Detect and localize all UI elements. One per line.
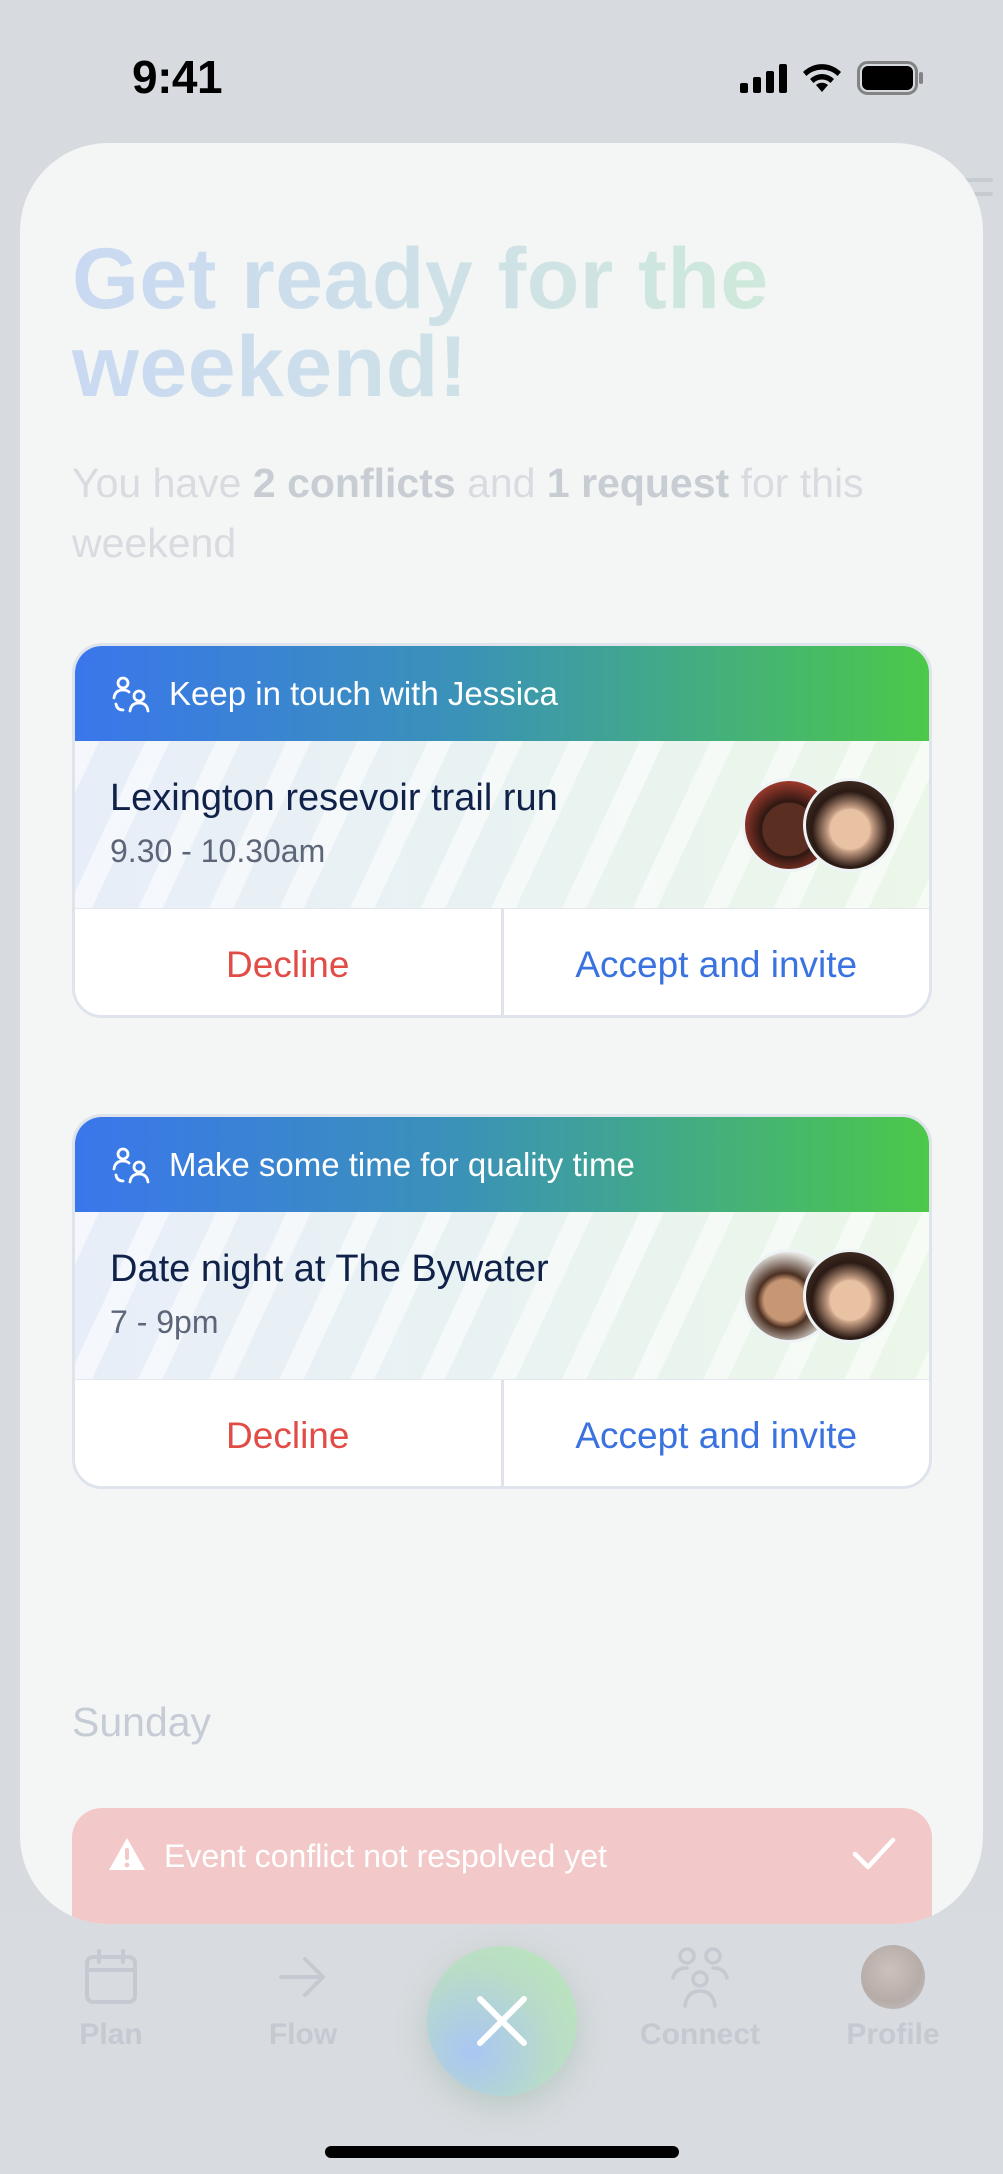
- status-icons: [740, 58, 925, 98]
- conflict-banner[interactable]: Event conflict not respolved yet: [72, 1808, 932, 1924]
- people-icon: [671, 1947, 729, 2008]
- people-icon: [112, 1147, 150, 1183]
- status-time: 9:41: [132, 51, 223, 103]
- avatar: [803, 778, 897, 872]
- request-card: Make some time for quality time Date nig…: [72, 1114, 932, 1489]
- status-bar: 9:41: [0, 0, 1003, 150]
- decline-button[interactable]: Decline: [75, 1380, 504, 1486]
- page-title: Get ready for the weekend!: [72, 235, 932, 411]
- avatar: [803, 1249, 897, 1343]
- decline-button[interactable]: Decline: [75, 909, 504, 1015]
- event-details[interactable]: Lexington resevoir trail run 9.30 - 10.3…: [75, 741, 929, 908]
- accept-and-invite-button[interactable]: Accept and invite: [503, 909, 929, 1015]
- event-time: 7 - 9pm: [110, 1304, 219, 1340]
- home-indicator: [325, 2146, 679, 2158]
- close-button[interactable]: [427, 1946, 577, 2096]
- card-actions: Decline Accept and invite: [75, 1379, 929, 1486]
- page-subtitle: You have 2 conflicts and 1 request for t…: [72, 460, 864, 566]
- warning-icon: [109, 1838, 145, 1870]
- accept-and-invite-button[interactable]: Accept and invite: [503, 1380, 929, 1486]
- attendee-avatars: [742, 778, 897, 872]
- event-title: Lexington resevoir trail run: [110, 777, 558, 819]
- conflicts-count: 2 conflicts: [252, 460, 456, 506]
- calendar-icon: [85, 1949, 137, 2004]
- avatar: [861, 1945, 925, 2009]
- card-header-label: Keep in touch with Jessica: [169, 674, 558, 712]
- tab-label: Connect: [640, 2018, 760, 2051]
- arrow-right-icon: [279, 1957, 325, 1997]
- card-actions: Decline Accept and invite: [75, 908, 929, 1015]
- tab-connect[interactable]: Connect: [620, 1942, 780, 2052]
- tab-label: Flow: [268, 2018, 338, 2051]
- tab-label: Plan: [79, 2018, 143, 2051]
- attendee-avatars: [742, 1249, 897, 1343]
- tab-profile[interactable]: Profile: [813, 1942, 973, 2052]
- checkmark-icon[interactable]: [852, 1836, 896, 1872]
- cellular-signal-icon: [740, 63, 787, 93]
- people-icon: [112, 676, 150, 712]
- card-header-label: Make some time for quality time: [169, 1145, 635, 1183]
- tab-flow[interactable]: Flow: [223, 1942, 383, 2052]
- battery-icon: [857, 61, 923, 95]
- requests-count: 1 request: [546, 460, 730, 506]
- day-heading: Sunday: [72, 1699, 212, 1745]
- event-title: Date night at The Bywater: [110, 1248, 549, 1290]
- card-header: Make some time for quality time: [75, 1117, 929, 1212]
- close-icon: [477, 1996, 527, 2046]
- wifi-icon: [803, 64, 841, 92]
- tab-label: Profile: [846, 2018, 940, 2051]
- weekend-sheet: Get ready for the weekend! You have 2 co…: [20, 143, 983, 1924]
- request-card: Keep in touch with Jessica Lexington res…: [72, 643, 932, 1018]
- conflict-text: Event conflict not respolved yet: [164, 1838, 607, 1874]
- event-details[interactable]: Date night at The Bywater 7 - 9pm: [75, 1212, 929, 1379]
- event-time: 9.30 - 10.30am: [110, 833, 326, 869]
- card-header: Keep in touch with Jessica: [75, 646, 929, 741]
- tab-plan[interactable]: Plan: [31, 1942, 191, 2052]
